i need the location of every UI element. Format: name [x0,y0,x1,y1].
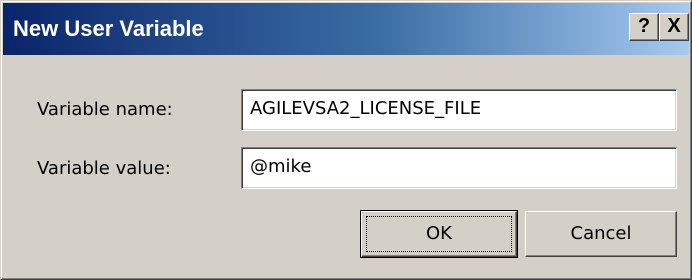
ok-button[interactable]: OK [360,210,518,258]
close-button[interactable]: X [659,13,689,41]
new-user-variable-dialog: New User Variable ? X Variable name: AGI… [0,0,692,280]
cancel-button[interactable]: Cancel [525,211,677,257]
help-button[interactable]: ? [629,13,659,41]
ok-button-label: OK [426,223,452,244]
variable-name-field[interactable]: AGILEVSA2_LICENSE_FILE [241,89,677,131]
variable-name-label: Variable name: [37,99,173,120]
dialog-title: New User Variable [13,16,204,41]
variable-value-field[interactable]: @mike [241,147,677,189]
variable-value-label: Variable value: [37,158,171,179]
title-bar[interactable]: New User Variable ? X [3,3,689,55]
